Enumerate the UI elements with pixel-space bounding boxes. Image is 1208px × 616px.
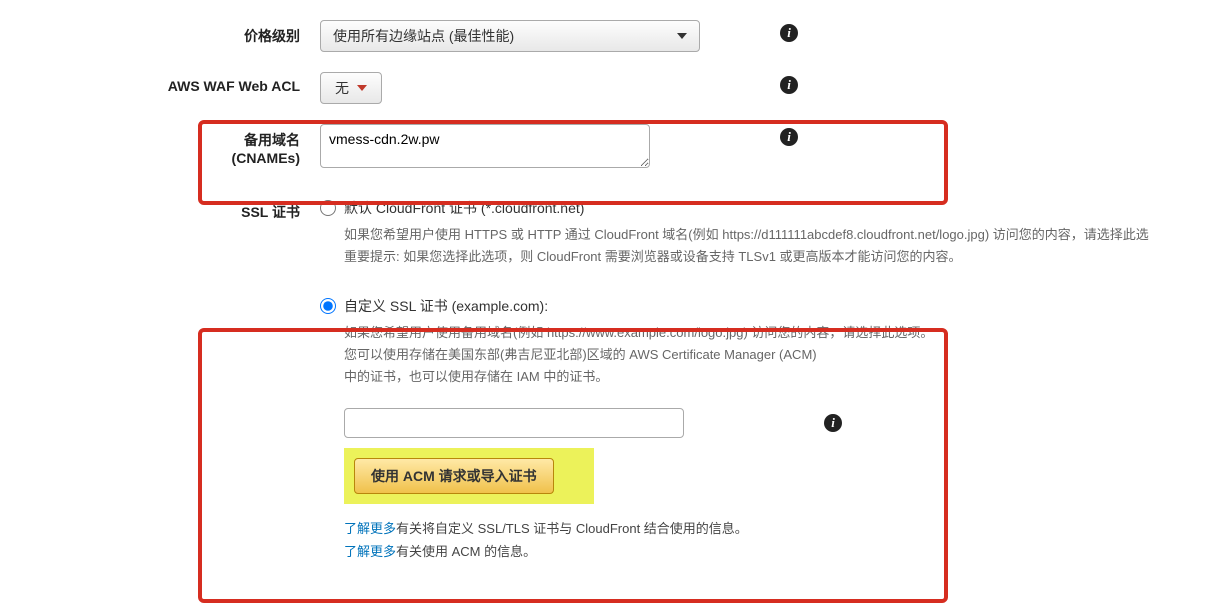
waf-label: AWS WAF Web ACL	[40, 72, 320, 94]
ssl-custom-option[interactable]: 自定义 SSL 证书 (example.com):	[320, 296, 1168, 316]
cnames-textarea[interactable]	[320, 124, 650, 168]
ssl-label: SSL 证书	[40, 196, 320, 222]
ssl-custom-desc: 如果您希望用户使用备用域名(例如 https://www.example.com…	[344, 322, 1168, 388]
ssl-default-option[interactable]: 默认 CloudFront 证书 (*.cloudfront.net)	[320, 198, 1168, 218]
info-icon[interactable]	[780, 76, 798, 94]
waf-select[interactable]: 无	[320, 72, 382, 104]
acm-request-button[interactable]: 使用 ACM 请求或导入证书	[354, 458, 554, 494]
chevron-down-icon	[677, 33, 687, 39]
ssl-cert-input[interactable]	[344, 408, 684, 438]
info-icon[interactable]	[780, 128, 798, 146]
learn-more-link-2[interactable]: 了解更多	[344, 544, 396, 559]
waf-value: 无	[335, 78, 349, 98]
price-class-row: 价格级别 使用所有边缘站点 (最佳性能)	[40, 20, 1168, 52]
learn-more-block: 了解更多有关将自定义 SSL/TLS 证书与 CloudFront 结合使用的信…	[344, 518, 1168, 562]
price-class-select[interactable]: 使用所有边缘站点 (最佳性能)	[320, 20, 700, 52]
info-icon[interactable]	[824, 414, 842, 432]
learn-more-link-1[interactable]: 了解更多	[344, 521, 396, 536]
chevron-down-icon	[357, 85, 367, 91]
ssl-default-desc: 如果您希望用户使用 HTTPS 或 HTTP 通过 CloudFront 域名(…	[344, 224, 1168, 268]
cnames-row: 备用域名 (CNAMEs)	[40, 124, 1168, 168]
waf-row: AWS WAF Web ACL 无	[40, 72, 1168, 104]
price-class-label: 价格级别	[40, 20, 320, 46]
ssl-default-radio[interactable]	[320, 200, 336, 216]
ssl-default-label: 默认 CloudFront 证书 (*.cloudfront.net)	[344, 198, 584, 218]
ssl-custom-label: 自定义 SSL 证书 (example.com):	[344, 296, 548, 316]
cnames-label: 备用域名 (CNAMEs)	[40, 124, 320, 166]
info-icon[interactable]	[780, 24, 798, 42]
ssl-custom-radio[interactable]	[320, 298, 336, 314]
acm-highlight: 使用 ACM 请求或导入证书	[344, 448, 594, 504]
price-class-value: 使用所有边缘站点 (最佳性能)	[333, 26, 514, 46]
ssl-section: SSL 证书 默认 CloudFront 证书 (*.cloudfront.ne…	[40, 196, 1168, 563]
